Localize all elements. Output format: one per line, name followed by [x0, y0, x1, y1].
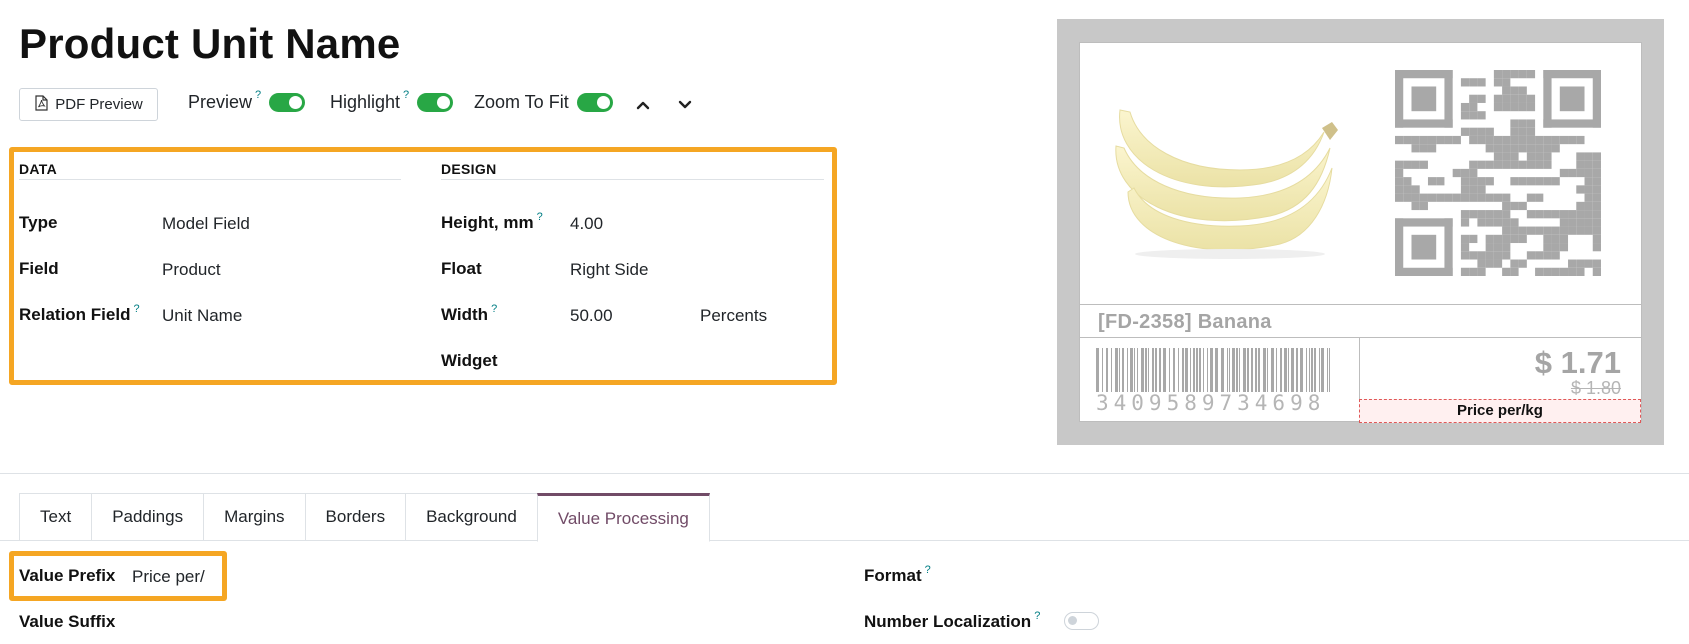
relation-field-label: Relation Field?: [19, 303, 140, 324]
value-prefix-label: Value Prefix: [19, 566, 116, 585]
label-divider-top: [1079, 304, 1642, 305]
barcode-image: [1096, 348, 1330, 392]
data-section-heading: DATA: [19, 161, 58, 177]
page-title: Product Unit Name: [19, 20, 401, 67]
zoom-to-fit-toggle[interactable]: [576, 93, 613, 112]
highlight-toggle-group: Highlight ?: [330, 89, 454, 113]
pdf-preview-button[interactable]: PDF Preview: [19, 88, 158, 121]
float-label: Float: [441, 259, 482, 278]
widget-label: Widget: [441, 351, 498, 370]
relation-help-icon[interactable]: ?: [133, 303, 139, 315]
highlight-toggle[interactable]: [417, 93, 454, 112]
chevron-up-icon[interactable]: [634, 96, 652, 114]
highlight-help-icon[interactable]: ?: [403, 89, 409, 101]
width-unit-select[interactable]: Percents: [700, 306, 767, 326]
pdf-preview-label: PDF Preview: [55, 96, 143, 113]
type-label: Type: [19, 213, 58, 232]
label-divider-middle: [1079, 337, 1642, 338]
width-value[interactable]: 50.00: [570, 306, 613, 326]
label-price: $ 1.71: [1534, 345, 1621, 380]
number-localization-toggle[interactable]: [1064, 612, 1099, 630]
tab-background[interactable]: Background: [405, 493, 537, 541]
tab-margins[interactable]: Margins: [203, 493, 305, 541]
banana-image: [1115, 109, 1338, 259]
height-label: Height, mm?: [441, 211, 543, 232]
preview-toggle[interactable]: [269, 93, 306, 112]
chevron-down-icon[interactable]: [676, 96, 694, 114]
height-value[interactable]: 4.00: [570, 214, 603, 234]
field-label: Field: [19, 259, 59, 278]
preview-help-icon[interactable]: ?: [255, 89, 261, 101]
design-section-heading: DESIGN: [441, 161, 497, 177]
qr-code-image: [1395, 70, 1601, 276]
label-old-price: $ 1.80: [1570, 378, 1621, 398]
design-section-divider: [441, 179, 824, 180]
float-value[interactable]: Right Side: [570, 260, 648, 280]
type-value[interactable]: Model Field: [162, 214, 250, 234]
barcode-digits: 3409589734698: [1096, 391, 1326, 415]
page-divider: [0, 473, 1689, 474]
highlight-frame-settings: [9, 147, 837, 385]
zoom-to-fit-label: Zoom To Fit: [474, 92, 569, 112]
zoom-toggle-group: Zoom To Fit: [474, 92, 613, 113]
tab-borders[interactable]: Borders: [304, 493, 406, 541]
value-prefix-input[interactable]: Price per/: [132, 567, 205, 587]
label-product-name: [FD-2358] Banana: [1098, 311, 1272, 333]
preview-toggle-group: Preview ?: [188, 89, 306, 113]
relation-field-value[interactable]: Unit Name: [162, 306, 242, 326]
field-value[interactable]: Product: [162, 260, 221, 280]
pdf-file-icon: [34, 94, 48, 115]
tab-text[interactable]: Text: [19, 493, 92, 541]
value-suffix-label: Value Suffix: [19, 612, 116, 631]
format-label: Format?: [864, 564, 931, 585]
tab-value-processing[interactable]: Value Processing: [536, 493, 710, 542]
label-price-per-highlighted[interactable]: Price per/kg: [1359, 399, 1641, 423]
localization-help-icon[interactable]: ?: [1034, 610, 1040, 622]
format-help-icon[interactable]: ?: [925, 564, 931, 576]
width-help-icon[interactable]: ?: [491, 303, 497, 315]
tab-paddings[interactable]: Paddings: [91, 493, 204, 541]
width-label: Width?: [441, 303, 498, 324]
height-help-icon[interactable]: ?: [537, 211, 543, 223]
highlight-label: Highlight: [330, 92, 401, 112]
data-section-divider: [19, 179, 401, 180]
number-localization-label: Number Localization?: [864, 610, 1041, 631]
tabs-bar: Text Paddings Margins Borders Background…: [19, 493, 710, 542]
preview-label: Preview: [188, 92, 253, 112]
